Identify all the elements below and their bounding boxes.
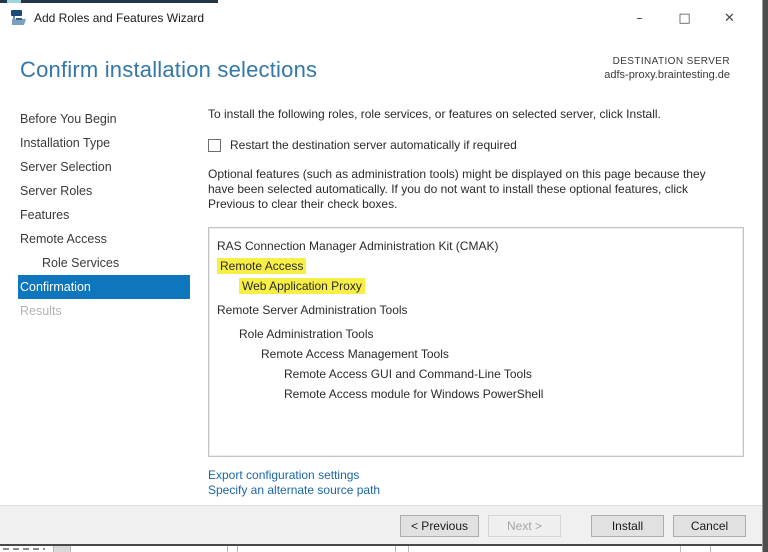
selected-items-listbox[interactable]: RAS Connection Manager Administration Ki…: [208, 227, 744, 457]
minimize-button[interactable]: –: [617, 3, 662, 33]
background-gridline: [395, 546, 396, 552]
window-title: Add Roles and Features Wizard: [34, 11, 205, 25]
sidebar-item-before-you-begin[interactable]: Before You Begin: [18, 107, 190, 131]
sidebar-item-results: Results: [20, 304, 62, 318]
previous-button[interactable]: < Previous: [399, 515, 479, 537]
export-configuration-link[interactable]: Export configuration settings: [208, 468, 745, 483]
highlighted-text: Web Application Proxy: [239, 278, 365, 294]
tree-item-gui-cmdline-tools: Remote Access GUI and Command-Line Tools: [284, 367, 532, 381]
highlighted-text: Remote Access: [217, 258, 307, 274]
sidebar-item-server-selection[interactable]: Server Selection: [18, 155, 190, 179]
sidebar-item-confirmation[interactable]: Confirmation: [18, 275, 190, 299]
background-gridline: [70, 546, 71, 552]
sidebar-item-role-services[interactable]: Role Services: [18, 251, 190, 275]
background-gridline: [53, 546, 54, 552]
tree-item-role-admin-tools: Role Administration Tools: [239, 327, 374, 341]
tree-item-cmak: RAS Connection Manager Administration Ki…: [217, 239, 499, 253]
optional-features-note: Optional features (such as administratio…: [208, 167, 706, 211]
intro-text: To install the following roles, role ser…: [208, 107, 661, 121]
destination-server-name: adfs-proxy.braintesting.de: [604, 69, 730, 81]
background-table-row-fragment: [3, 548, 45, 550]
close-button[interactable]: ✕: [707, 3, 752, 33]
cancel-button[interactable]: Cancel: [673, 515, 746, 537]
background-desktop-right-edge: [762, 0, 768, 552]
background-window-bottom: [0, 546, 762, 552]
button-row: < Previous Next > Install Cancel: [391, 515, 746, 537]
maximize-button[interactable]: □: [662, 3, 707, 33]
background-gridline: [227, 546, 228, 552]
tree-item-rsat: Remote Server Administration Tools: [217, 303, 408, 317]
footer-links: Export configuration settings Specify an…: [208, 468, 745, 498]
tree-item-remote-access-mgmt-tools: Remote Access Management Tools: [261, 347, 449, 361]
sidebar-item-installation-type[interactable]: Installation Type: [18, 131, 190, 155]
tree-item-web-application-proxy: Web Application Proxy: [217, 278, 735, 298]
sidebar-item-server-roles[interactable]: Server Roles: [18, 179, 190, 203]
background-gridline: [237, 546, 238, 552]
restart-checkbox-row[interactable]: Restart the destination server automatic…: [208, 138, 745, 152]
background-table-cell-fragment: [54, 546, 70, 552]
add-roles-features-wizard-dialog: Add Roles and Features Wizard – □ ✕ Conf…: [0, 3, 762, 544]
restart-checkbox[interactable]: [208, 138, 221, 152]
destination-server-block: DESTINATION SERVER adfs-proxy.braintesti…: [604, 56, 730, 81]
alternate-source-path-link[interactable]: Specify an alternate source path: [208, 483, 745, 498]
wizard-footer: < Previous Next > Install Cancel: [0, 505, 762, 544]
background-gridline: [408, 546, 409, 552]
background-gridline: [710, 546, 711, 552]
server-manager-icon: [11, 10, 26, 25]
tree-item-remote-access: Remote Access: [217, 258, 735, 278]
wizard-steps-sidebar: Before You Begin Installation Type Serve…: [18, 107, 190, 323]
tree-item-powershell-module: Remote Access module for Windows PowerSh…: [284, 387, 544, 401]
window-controls: – □ ✕: [617, 3, 752, 33]
sidebar-item-remote-access[interactable]: Remote Access: [18, 227, 190, 251]
confirmation-content: To install the following roles, role ser…: [208, 107, 745, 498]
screenshot-stage: Add Roles and Features Wizard – □ ✕ Conf…: [0, 0, 768, 552]
install-button[interactable]: Install: [591, 515, 664, 537]
page-title: Confirm installation selections: [20, 57, 318, 82]
restart-checkbox-label: Restart the destination server automatic…: [230, 138, 517, 152]
title-bar[interactable]: Add Roles and Features Wizard – □ ✕: [0, 3, 762, 33]
background-gridline: [680, 546, 681, 552]
destination-server-label: DESTINATION SERVER: [612, 56, 730, 67]
next-button: Next >: [488, 515, 561, 537]
sidebar-item-features[interactable]: Features: [18, 203, 190, 227]
